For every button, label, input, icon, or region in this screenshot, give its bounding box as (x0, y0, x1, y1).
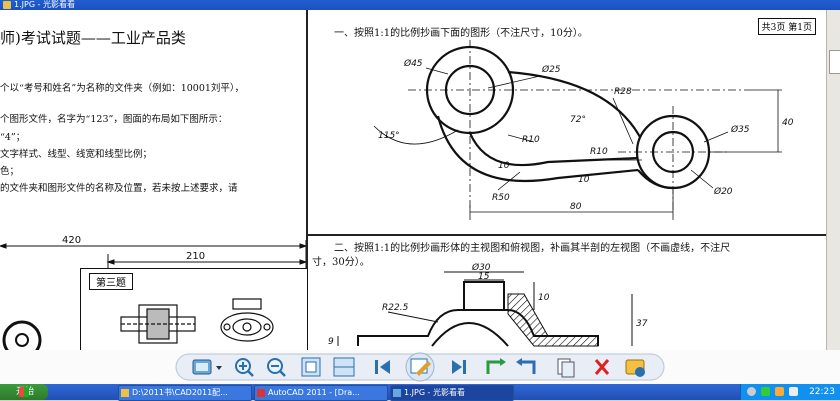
open-image-button[interactable] (190, 358, 210, 378)
taskbar-item-explorer[interactable]: D:\2011书\CAD2011配... (118, 385, 252, 401)
label-10a: 10 (498, 161, 510, 171)
document-right-panel: 一、按照1:1的比例抄画下面的图形（不注尺寸，10分）。 共3页 第1页 Ø45… (308, 10, 826, 350)
dropdown-button[interactable] (214, 358, 224, 378)
document-left-panel: 师)考试试题——工业产品类 个以“考号和姓名”为名称的文件夹（例如：10001刘… (0, 10, 308, 352)
taskbar-item-autocad[interactable]: AutoCAD 2011 - [Dra... (254, 385, 388, 401)
taskbar: 开始 D:\2011书\CAD2011配... AutoCAD 2011 - [… (0, 384, 840, 401)
task-label: 1.JPG - 光影看看 (404, 388, 465, 397)
delete-button[interactable] (592, 358, 612, 378)
task-label: D:\2011书\CAD2011配... (132, 388, 228, 397)
label-15: 15 (478, 272, 490, 282)
rotate-right-button[interactable] (516, 358, 536, 378)
label-10: 10 (538, 293, 550, 303)
task-label: AutoCAD 2011 - [Dra... (268, 388, 360, 397)
label-d20: Ø20 (713, 186, 733, 197)
label-10b: 10 (578, 175, 590, 185)
label-r225: R22.5 (382, 303, 409, 313)
fit-window-button[interactable] (301, 358, 321, 378)
folder-icon (121, 388, 129, 397)
label-40: 40 (782, 118, 794, 128)
zoom-in-button[interactable] (233, 358, 253, 378)
next-image-button[interactable] (449, 358, 469, 378)
copy-button[interactable] (556, 358, 576, 378)
question-1-section: 一、按照1:1的比例抄画下面的图形（不注尺寸，10分）。 共3页 第1页 Ø45… (308, 10, 826, 236)
tray-app-icon[interactable] (775, 387, 784, 396)
thumbnail-drawings (120, 298, 274, 344)
label-r28: R28 (614, 87, 632, 97)
rotate-left-button[interactable] (486, 358, 506, 378)
layout-thumbnail: 第三题 (80, 268, 308, 352)
first-image-button[interactable] (372, 358, 392, 378)
label-r10b: R10 (590, 147, 608, 157)
autocad-icon (257, 388, 265, 397)
windows-flag-icon (19, 387, 29, 397)
label-d25: Ø25 (541, 64, 561, 75)
label-115: 115° (378, 131, 400, 141)
label-r50: R50 (492, 193, 510, 203)
viewer-toolbar (0, 350, 840, 384)
tray-app-icon[interactable] (761, 387, 770, 396)
dim-420-label: 420 (62, 235, 81, 246)
drawing-1: Ø45 Ø25 R28 115° 72° R10 R10 Ø35 Ø20 R50… (373, 40, 794, 220)
zoom-out-button[interactable] (265, 358, 285, 378)
label-d35: Ø35 (730, 124, 750, 135)
scrollbar-thumb[interactable] (829, 50, 840, 74)
edit-image-button[interactable] (410, 358, 430, 378)
label-37: 37 (636, 319, 648, 329)
drawing-2: Ø30 15 R22.5 10 37 9 (328, 262, 648, 347)
start-button[interactable]: 开始 (0, 384, 48, 400)
window-title: 1.JPG - 光影看看 (14, 0, 75, 9)
label-r10a: R10 (522, 135, 540, 145)
network-icon[interactable] (747, 387, 756, 396)
app-icon (3, 1, 11, 9)
actual-size-button[interactable] (334, 358, 354, 378)
clock: 22:23 (809, 387, 835, 397)
label-72: 72° (570, 115, 586, 125)
label-d45: Ø45 (403, 58, 423, 69)
taskbar-item-viewer[interactable]: 1.JPG - 光影看看 (390, 385, 514, 401)
label-80: 80 (570, 202, 582, 212)
volume-icon[interactable] (789, 387, 798, 396)
image-viewport[interactable]: 师)考试试题——工业产品类 个以“考号和姓名”为名称的文件夹（例如：10001刘… (0, 10, 826, 352)
dim-210-label: 210 (186, 251, 205, 262)
window-titlebar[interactable]: 1.JPG - 光影看看 (0, 0, 840, 10)
label-9: 9 (328, 337, 334, 347)
settings-button[interactable] (625, 358, 645, 378)
system-tray: 22:23 (740, 384, 840, 400)
image-viewer-icon (393, 388, 401, 397)
vertical-scrollbar[interactable] (826, 10, 840, 350)
